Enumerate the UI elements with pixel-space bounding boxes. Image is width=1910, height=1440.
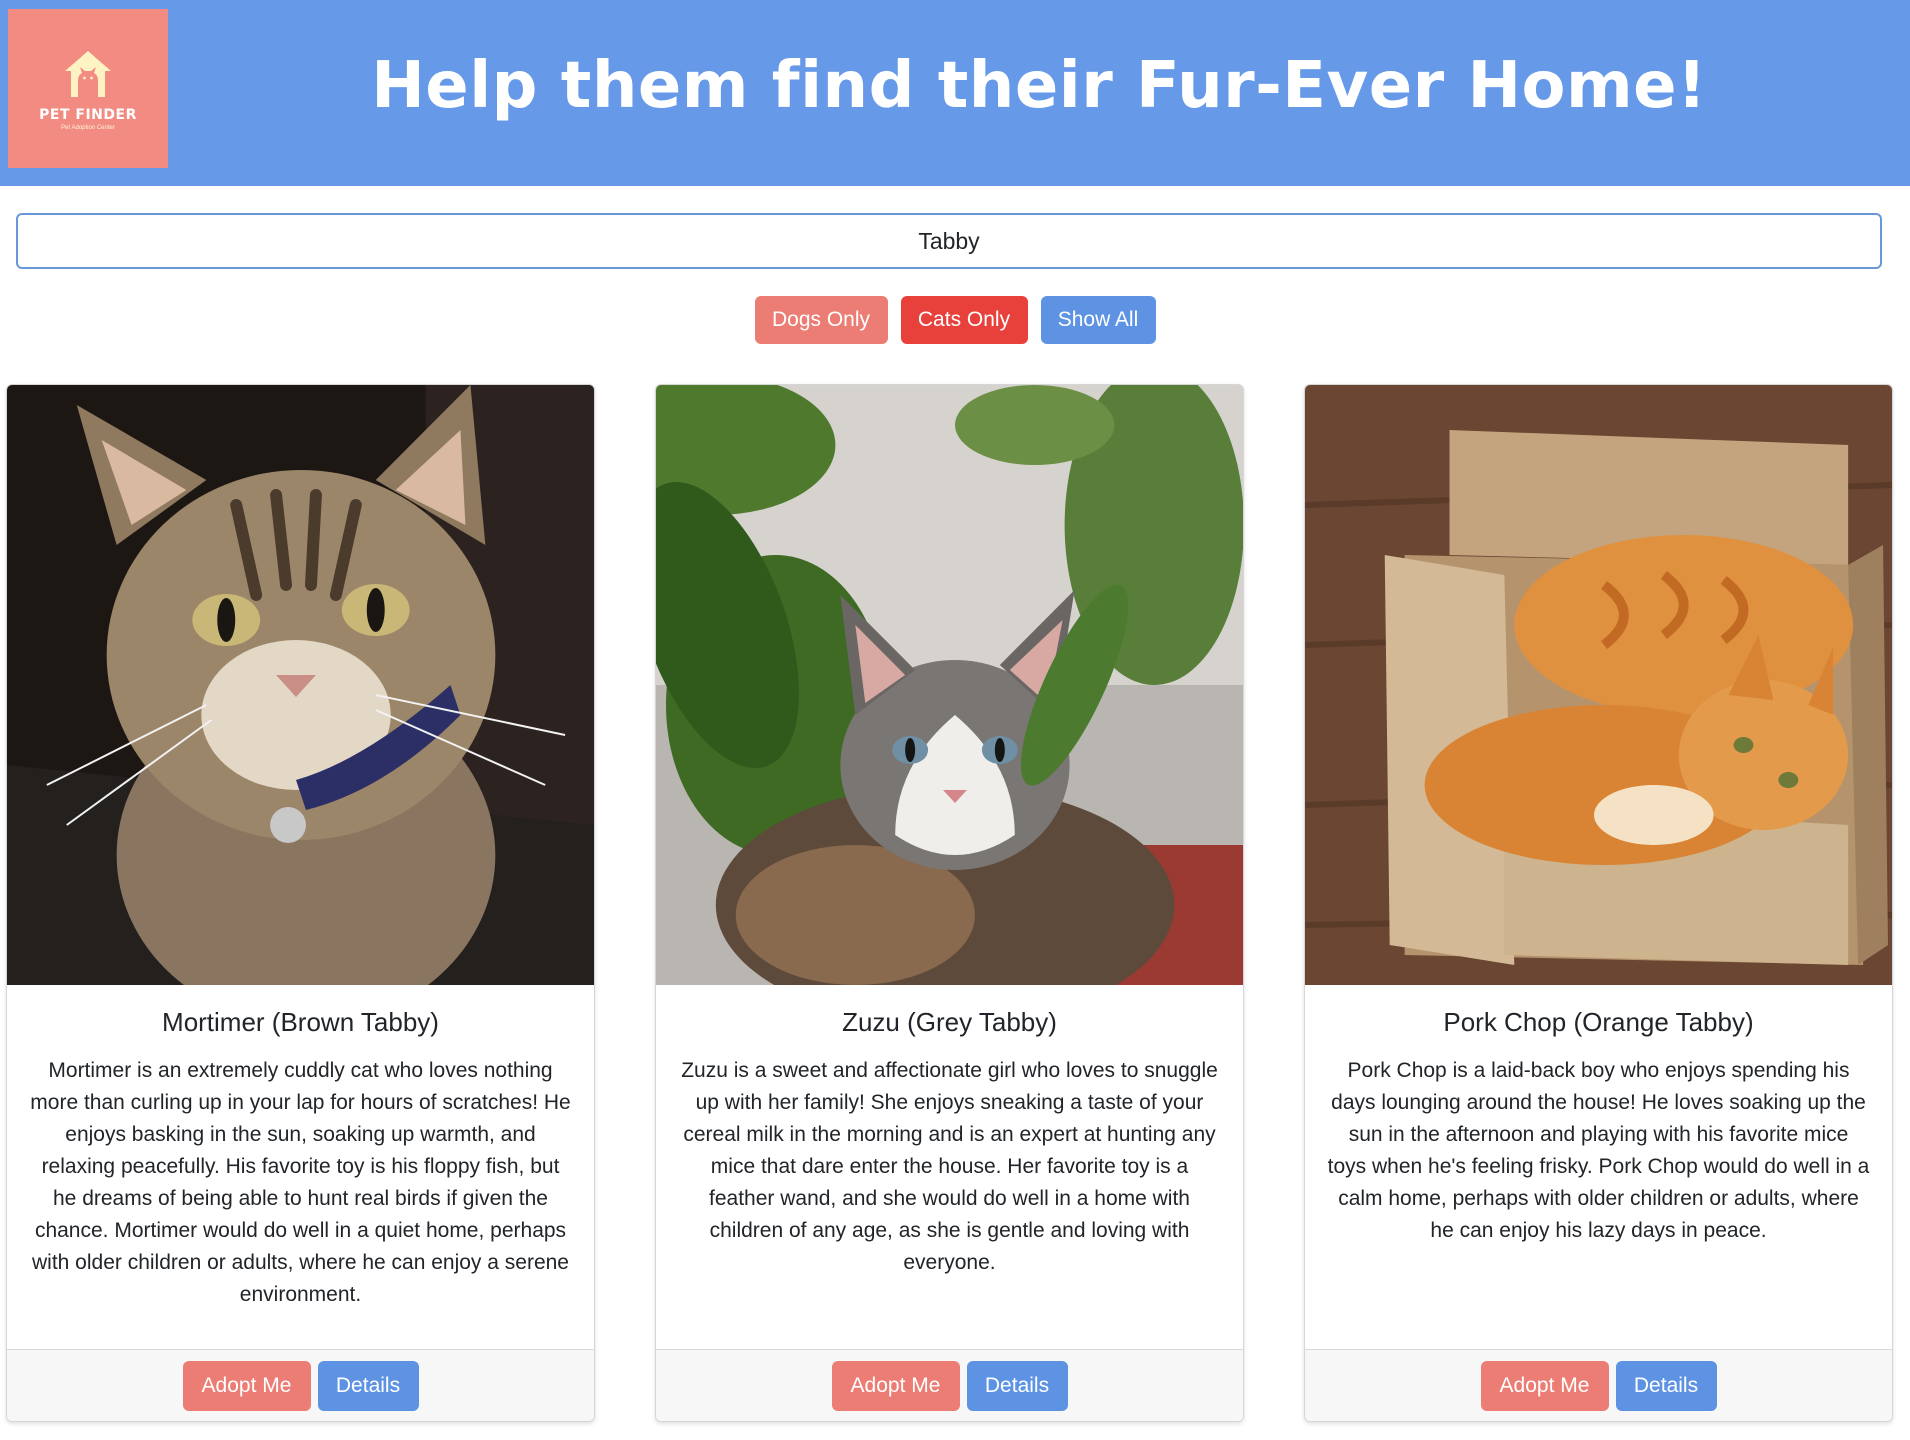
cats-only-button[interactable]: Cats Only (900, 296, 1028, 344)
page-title: Help them find their Fur-Ever Home! (371, 49, 1707, 123)
pet-name: Pork Chop (Orange Tabby) (1443, 1007, 1754, 1037)
pet-description: Zuzu is a sweet and affectionate girl wh… (681, 1059, 1218, 1274)
pet-card-mortimer: Mortimer (Brown Tabby) Mortimer is an ex… (6, 384, 595, 1422)
adopt-me-button[interactable]: Adopt Me (1480, 1360, 1609, 1411)
pet-name: Zuzu (Grey Tabby) (842, 1007, 1057, 1037)
pet-finder-logo[interactable]: PET FINDER Pet Adoption Center (8, 9, 168, 168)
card-footer: Adopt Me Details (7, 1349, 594, 1421)
details-button[interactable]: Details (317, 1360, 419, 1411)
filter-bar: Dogs Only Cats Only Show All (0, 296, 1910, 344)
details-button[interactable]: Details (1615, 1360, 1717, 1411)
card-footer: Adopt Me Details (1305, 1349, 1892, 1421)
house-cat-icon (65, 50, 111, 97)
show-all-button[interactable]: Show All (1040, 296, 1156, 344)
pet-description: Pork Chop is a laid-back boy who enjoys … (1327, 1059, 1870, 1242)
pet-card-zuzu: Zuzu (Grey Tabby) Zuzu is a sweet and af… (655, 384, 1244, 1422)
logo-subtitle: Pet Adoption Center (61, 124, 115, 131)
pet-photo-zuzu (656, 385, 1243, 985)
pet-photo-mortimer (7, 385, 594, 985)
logo-title: PET FINDER (39, 106, 137, 123)
adopt-me-button[interactable]: Adopt Me (831, 1360, 960, 1411)
pet-name: Mortimer (Brown Tabby) (162, 1007, 439, 1037)
adopt-me-button[interactable]: Adopt Me (182, 1360, 311, 1411)
pet-description: Mortimer is an extremely cuddly cat who … (30, 1059, 571, 1306)
details-button[interactable]: Details (966, 1360, 1068, 1411)
pet-card-pork-chop: Pork Chop (Orange Tabby) Pork Chop is a … (1304, 384, 1893, 1422)
dogs-only-button[interactable]: Dogs Only (754, 296, 888, 344)
site-header: PET FINDER Pet Adoption Center Help them… (0, 0, 1910, 186)
search-input[interactable] (16, 213, 1882, 269)
card-footer: Adopt Me Details (656, 1349, 1243, 1421)
pet-photo-pork-chop (1305, 385, 1892, 985)
